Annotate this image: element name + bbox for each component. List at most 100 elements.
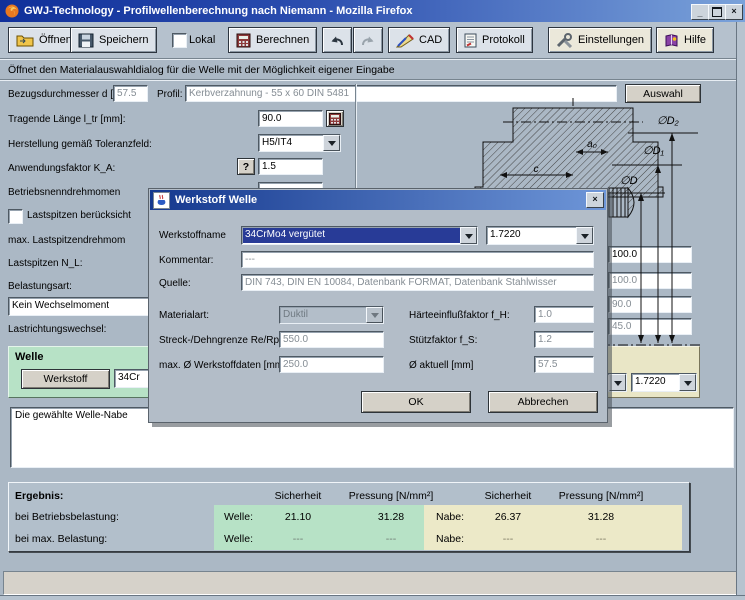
save-label: Speichern (99, 34, 149, 46)
note-text: Die gewählte Welle-Nabe (15, 410, 128, 421)
window-titlebar: GWJ-Technology - Profilwellenberechnung … (0, 0, 745, 22)
maximize-icon (712, 7, 722, 17)
undo-icon (329, 34, 345, 47)
current-diameter-field: 57.5 (534, 356, 594, 373)
cad-icon (396, 33, 414, 48)
java-icon (153, 192, 170, 209)
local-checkbox[interactable] (172, 33, 187, 48)
welle-section-title: Welle (15, 351, 44, 363)
floppy-disk-icon (78, 33, 94, 48)
dialog-title: Werkstoff Welle (175, 194, 257, 206)
material-name-select[interactable]: 34CrMo4 vergütet (241, 226, 478, 245)
cad-label: CAD (419, 34, 442, 46)
support-factor-field: 1.2 (534, 331, 594, 348)
chevron-down-icon (679, 374, 696, 391)
calculator-icon (329, 113, 341, 125)
comment-label: Kommentar: (159, 255, 213, 266)
current-diameter-label: Ø aktuell [mm] (409, 360, 473, 371)
source-field: DIN 743, DIN EN 10084, Datenbank FORMAT,… (241, 274, 594, 291)
dialog-close-button[interactable]: × (586, 192, 604, 208)
tolerance-label: Herstellung gemäß Toleranzfeld: (8, 139, 152, 150)
max-peak-torque-label: max. Lastspitzendrehmom (8, 235, 125, 246)
window-edge-bottom (0, 595, 745, 600)
help-button[interactable]: Hilfe (656, 27, 714, 53)
settings-label: Einstellungen (578, 34, 644, 46)
welle-werkstoff-button[interactable]: Werkstoff (21, 369, 110, 389)
settings-button[interactable]: Einstellungen (548, 27, 652, 53)
cancel-label: Abbrechen (518, 396, 569, 408)
close-icon: × (731, 6, 736, 16)
nominal-torque-label: Betriebsnenndrehmomen (8, 187, 120, 198)
chevron-down-icon (366, 307, 383, 323)
material-number-select[interactable]: 1.7220 (486, 226, 594, 245)
max-diameter-field: 250.0 (279, 356, 384, 373)
source-label: Quelle: (159, 278, 191, 289)
ok-button[interactable]: OK (361, 391, 471, 413)
supporting-length-field[interactable]: 90.0 (258, 110, 323, 127)
max-diameter-label: max. Ø Werkstoffdaten [mm] (159, 360, 286, 371)
minimize-icon: _ (697, 8, 702, 18)
cancel-button[interactable]: Abbrechen (488, 391, 598, 413)
load-type-label: Belastungsart: (8, 281, 72, 292)
close-button[interactable]: × (725, 4, 743, 20)
application-factor-help-button[interactable]: ? (237, 158, 255, 175)
status-bar (3, 571, 741, 595)
book-icon (664, 33, 679, 48)
profile-label: Profil: (157, 89, 183, 100)
redo-icon (360, 34, 376, 47)
redo-button[interactable] (353, 27, 383, 53)
tolerance-select[interactable]: H5/IT4 (258, 134, 341, 152)
calculate-label: Berechnen (256, 34, 309, 46)
local-checkbox-label: Lokal (189, 34, 215, 46)
comment-field: --- (241, 251, 594, 268)
window-title: GWJ-Technology - Profilwellenberechnung … (24, 5, 413, 17)
hardness-factor-field: 1.0 (534, 306, 594, 323)
supporting-length-label: Tragende Länge l_tr [mm]: (8, 114, 125, 125)
close-icon: × (592, 194, 597, 204)
toolbar-divider (0, 58, 745, 60)
calculator-icon (236, 33, 251, 48)
save-button[interactable]: Speichern (70, 27, 157, 53)
cad-button[interactable]: CAD (388, 27, 450, 53)
application-factor-label: Anwendungsfaktor K_A: (8, 163, 115, 174)
chevron-down-icon (609, 374, 626, 391)
nabe-pressung-value: 31.28 (531, 511, 671, 523)
info-divider (0, 79, 745, 81)
dim-d2-label: ∅D₂ (657, 115, 680, 127)
load-peaks-n-label: Lastspitzen N_L: (8, 258, 83, 269)
chevron-down-icon (323, 135, 340, 151)
help-label: Hilfe (684, 34, 706, 46)
info-text: Öffnet den Materialauswahldialog für die… (8, 64, 395, 76)
col-header-pressung-welle: Pressung [N/mm²] (321, 490, 461, 502)
undo-button[interactable] (322, 27, 352, 53)
window-edge-right (736, 22, 745, 600)
protocol-button[interactable]: Protokoll (456, 27, 533, 53)
nabe-number-select[interactable]: 1.7220 (631, 373, 697, 392)
dim-d-label: ∅D (620, 175, 638, 187)
reference-diameter-field: 57.5 (113, 85, 148, 102)
yield-strength-label: Streck-/Dehngrenze Re/Rp0.2: (159, 335, 296, 346)
minimize-button[interactable]: _ (691, 4, 709, 20)
firefox-icon (5, 4, 19, 18)
support-factor-label: Stützfaktor f_S: (409, 335, 477, 346)
document-icon (464, 33, 477, 48)
dim-a0-label: a₀ (587, 139, 597, 150)
col-header-pressung-nabe: Pressung [N/mm²] (531, 490, 671, 502)
open-label: Öffnen (39, 34, 72, 46)
application-factor-field[interactable]: 1.5 (258, 158, 323, 175)
supporting-length-calc-button[interactable] (326, 110, 344, 127)
nabe-pressung-value: --- (531, 533, 671, 545)
results-row-label: bei Betriebsbelastung: (15, 511, 119, 523)
load-peaks-checkbox[interactable] (8, 209, 23, 224)
calculate-button[interactable]: Berechnen (228, 27, 317, 53)
ok-label: OK (408, 396, 423, 408)
maximize-button[interactable] (708, 4, 726, 20)
dim-d1-label: ∅D₁ (643, 145, 665, 157)
question-icon: ? (243, 161, 249, 173)
folder-open-icon (16, 33, 34, 48)
load-direction-label: Lastrichtungswechsel: (8, 324, 106, 335)
application-window: GWJ-Technology - Profilwellenberechnung … (0, 0, 745, 600)
results-title: Ergebnis: (15, 490, 63, 502)
load-type-select[interactable]: Kein Wechselmoment (8, 297, 170, 316)
material-type-label: Materialart: (159, 310, 209, 321)
